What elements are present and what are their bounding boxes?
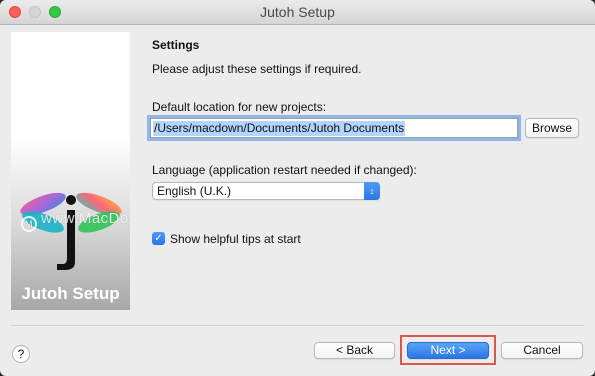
jutoh-dragonfly-logo bbox=[20, 192, 122, 270]
cancel-button[interactable]: Cancel bbox=[501, 342, 583, 359]
setup-window: Jutoh Setup Mwww.MacDown.com Jutoh Setup… bbox=[0, 0, 595, 376]
project-location-value: /Users/macdown/Documents/Jutoh Documents bbox=[153, 121, 406, 136]
watermark-label: www.MacDown.com bbox=[41, 210, 130, 227]
sidebar-title: Jutoh Setup bbox=[21, 284, 120, 303]
language-select[interactable]: English (U.K.) ↕ bbox=[152, 182, 380, 200]
location-label: Default location for new projects: bbox=[152, 100, 327, 114]
help-button[interactable]: ? bbox=[12, 345, 30, 363]
settings-heading: Settings bbox=[152, 38, 200, 52]
language-selected-value: English (U.K.) bbox=[157, 184, 232, 198]
browse-button[interactable]: Browse bbox=[525, 118, 579, 138]
show-tips-checkbox[interactable]: ✓ bbox=[152, 232, 165, 245]
chevron-updown-icon: ↕ bbox=[364, 182, 380, 200]
window-title: Jutoh Setup bbox=[260, 4, 335, 20]
footer-divider bbox=[11, 325, 584, 326]
checkmark-icon: ✓ bbox=[154, 233, 163, 244]
setup-sidebar-panel: Mwww.MacDown.com Jutoh Setup bbox=[11, 32, 130, 310]
title-bar: Jutoh Setup bbox=[0, 0, 595, 25]
watermark-logo-icon: M bbox=[21, 216, 37, 232]
settings-description: Please adjust these settings if required… bbox=[152, 62, 362, 76]
next-button[interactable]: Next > bbox=[407, 342, 489, 359]
back-button[interactable]: < Back bbox=[314, 342, 395, 359]
project-location-input[interactable]: /Users/macdown/Documents/Jutoh Documents bbox=[150, 118, 518, 138]
language-label: Language (application restart needed if … bbox=[152, 163, 417, 177]
show-tips-label[interactable]: Show helpful tips at start bbox=[170, 232, 301, 246]
watermark-text: Mwww.MacDown.com bbox=[21, 210, 130, 232]
